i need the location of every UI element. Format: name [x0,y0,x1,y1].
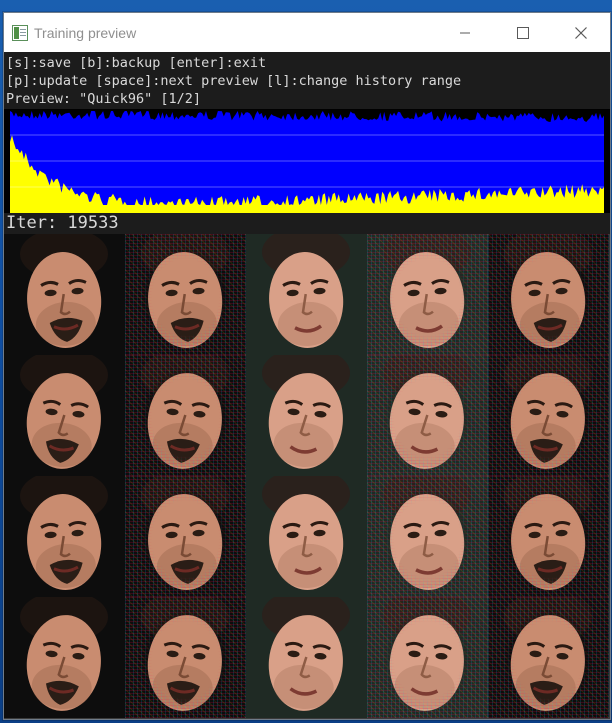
hotkey-line-1: [s]:save [b]:backup [enter]:exit [6,55,267,71]
face-thumbnail [367,234,488,355]
face-thumbnail [125,476,246,597]
face-thumbnail [4,476,125,597]
preview-cell-destination [246,476,367,597]
preview-cell-source [4,234,125,355]
face-thumbnail [367,476,488,597]
preview-grid [4,234,610,719]
face-thumbnail [367,597,488,718]
face-thumbnail [4,234,125,355]
preview-cell-source-reconstruct [125,355,246,476]
hotkey-line-2: [p]:update [space]:next preview [l]:chan… [6,73,462,89]
preview-cell-destination-reconstruct [367,476,488,597]
preview-cell-swapped [488,597,609,718]
face-thumbnail [125,597,246,718]
preview-cell-swapped [488,355,609,476]
preview-cell-source [4,355,125,476]
preview-name-line: Preview: "Quick96" [1/2] [6,91,202,107]
title-bar[interactable]: Training preview [4,13,610,52]
face-thumbnail [488,597,609,718]
face-thumbnail [4,355,125,476]
preview-cell-source [4,476,125,597]
face-thumbnail [246,597,367,718]
close-button[interactable] [552,13,610,52]
hotkey-console: [s]:save [b]:backup [enter]:exit [p]:upda… [4,52,610,111]
face-thumbnail [125,234,246,355]
iteration-counter: Iter: 19533 [4,213,610,234]
preview-cell-destination-reconstruct [367,234,488,355]
preview-cell-source [4,597,125,718]
window-title: Training preview [34,24,137,41]
preview-cell-swapped [488,234,609,355]
face-thumbnail [246,476,367,597]
face-thumbnail [4,597,125,718]
preview-cell-source-reconstruct [125,597,246,718]
preview-cell-destination [246,355,367,476]
face-thumbnail [125,355,246,476]
close-icon [575,26,587,39]
minimize-button[interactable] [436,13,494,52]
preview-cell-source-reconstruct [125,476,246,597]
training-preview-window: Training preview [s]:save [b]:backup [en… [3,12,611,720]
preview-cell-destination-reconstruct [367,355,488,476]
face-thumbnail [488,355,609,476]
loss-history-chart [4,109,610,213]
face-thumbnail [246,234,367,355]
minimize-icon [460,32,470,33]
preview-cell-destination-reconstruct [367,597,488,718]
maximize-button[interactable] [494,13,552,52]
face-thumbnail [367,355,488,476]
preview-cell-source-reconstruct [125,234,246,355]
preview-cell-destination [246,234,367,355]
face-thumbnail [488,234,609,355]
face-thumbnail [246,355,367,476]
face-thumbnail [488,476,609,597]
loss-history-graph [4,109,610,213]
preview-cell-destination [246,597,367,718]
app-icon [12,24,28,41]
maximize-icon [517,26,529,39]
preview-cell-swapped [488,476,609,597]
